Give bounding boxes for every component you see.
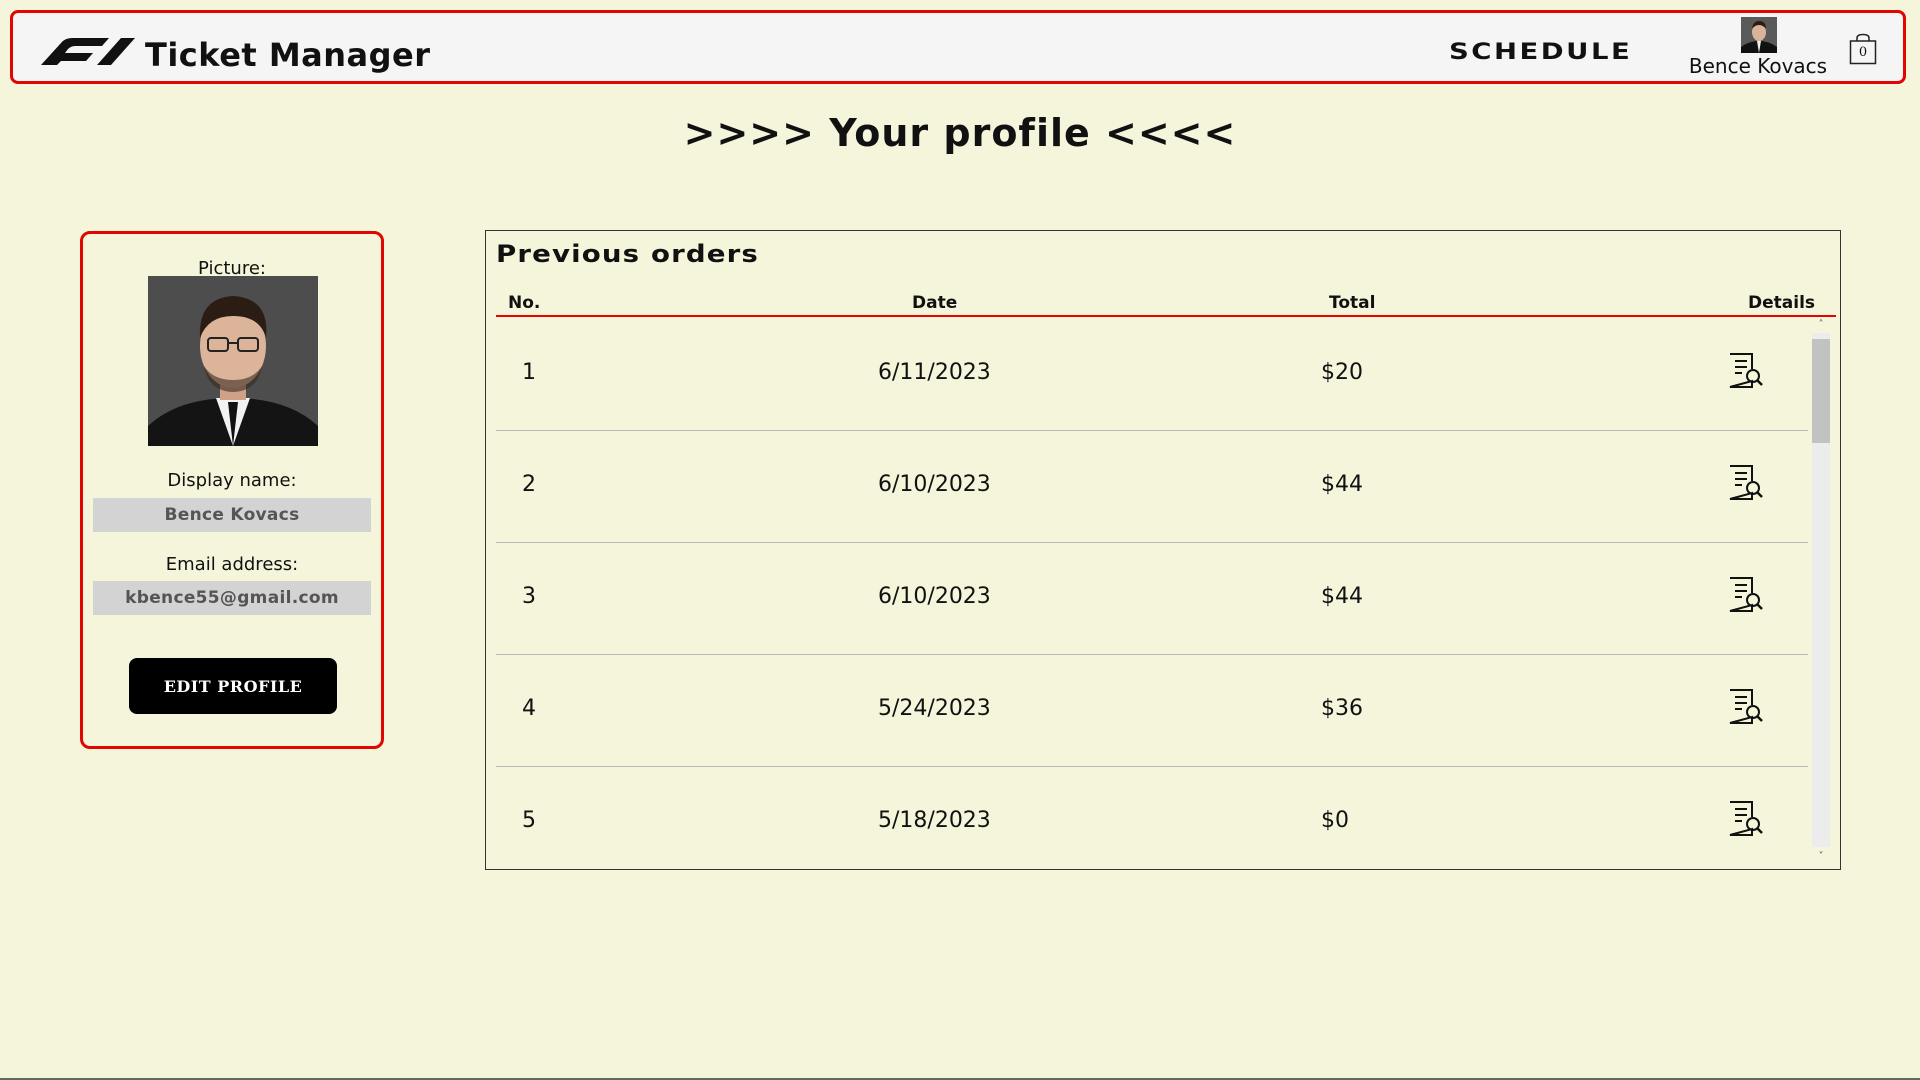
orders-list[interactable]: 1 6/11/2023 $20 2 6/10/2023 $44 3 6/10/2… (496, 319, 1808, 867)
f1-logo[interactable] (39, 35, 137, 67)
order-total: $20 (1321, 360, 1363, 385)
column-header-details: Details (1748, 293, 1816, 313)
column-header-date: Date (912, 293, 958, 313)
order-total: $0 (1321, 808, 1349, 833)
cart-button[interactable]: 0 (1849, 33, 1877, 65)
order-date: 5/18/2023 (878, 808, 991, 833)
order-number: 4 (522, 696, 536, 721)
order-date: 6/10/2023 (878, 584, 991, 609)
top-navbar: Ticket Manager SCHEDULE Bence Kovacs 0 (10, 10, 1906, 84)
table-row: 4 5/24/2023 $36 (496, 655, 1808, 767)
orders-title: Previous orders (496, 240, 760, 268)
page-title: >>>> Your profile <<<< (683, 111, 1237, 155)
receipt-search-icon[interactable] (1726, 687, 1766, 727)
order-date: 5/24/2023 (878, 696, 991, 721)
email-label: Email address: (165, 554, 299, 575)
order-date: 6/10/2023 (878, 472, 991, 497)
order-total: $36 (1321, 696, 1363, 721)
order-number: 5 (522, 808, 536, 833)
avatar (1741, 17, 1777, 53)
column-header-no: No. (508, 293, 541, 313)
cart-count: 0 (1858, 45, 1868, 60)
table-row: 5 5/18/2023 $0 (496, 767, 1808, 867)
display-name-field: Bence Kovacs (93, 498, 371, 532)
receipt-search-icon[interactable] (1726, 351, 1766, 391)
header-divider (496, 315, 1836, 317)
order-number: 2 (522, 472, 536, 497)
scroll-thumb[interactable] (1812, 339, 1830, 443)
app-title[interactable]: Ticket Manager (145, 37, 431, 73)
order-date: 6/11/2023 (878, 360, 991, 385)
scroll-up-arrow[interactable]: ˄ (1812, 319, 1830, 331)
order-total: $44 (1321, 472, 1363, 497)
table-row: 2 6/10/2023 $44 (496, 431, 1808, 543)
column-header-total: Total (1329, 293, 1376, 313)
order-number: 1 (522, 360, 536, 385)
scroll-down-arrow[interactable]: ˅ (1812, 851, 1830, 863)
order-number: 3 (522, 584, 536, 609)
table-row: 1 6/11/2023 $20 (496, 319, 1808, 431)
nav-schedule-link[interactable]: SCHEDULE (1449, 41, 1632, 65)
profile-picture (148, 276, 318, 446)
user-menu[interactable]: Bence Kovacs (1673, 15, 1843, 81)
display-name-label: Display name: (167, 470, 297, 491)
edit-profile-button[interactable]: EDIT PROFILE (129, 658, 337, 714)
receipt-search-icon[interactable] (1726, 463, 1766, 503)
table-row: 3 6/10/2023 $44 (496, 543, 1808, 655)
email-field: kbence55@gmail.com (93, 581, 371, 615)
receipt-search-icon[interactable] (1726, 799, 1766, 839)
previous-orders-panel: Previous orders No. Date Total Details 1… (485, 230, 1841, 870)
order-total: $44 (1321, 584, 1363, 609)
user-name: Bence Kovacs (1688, 54, 1828, 78)
profile-card: Picture: Display name: Bence Kovacs Emai… (80, 231, 384, 749)
orders-scrollbar[interactable]: ˄ ˅ (1808, 319, 1832, 867)
receipt-search-icon[interactable] (1726, 575, 1766, 615)
